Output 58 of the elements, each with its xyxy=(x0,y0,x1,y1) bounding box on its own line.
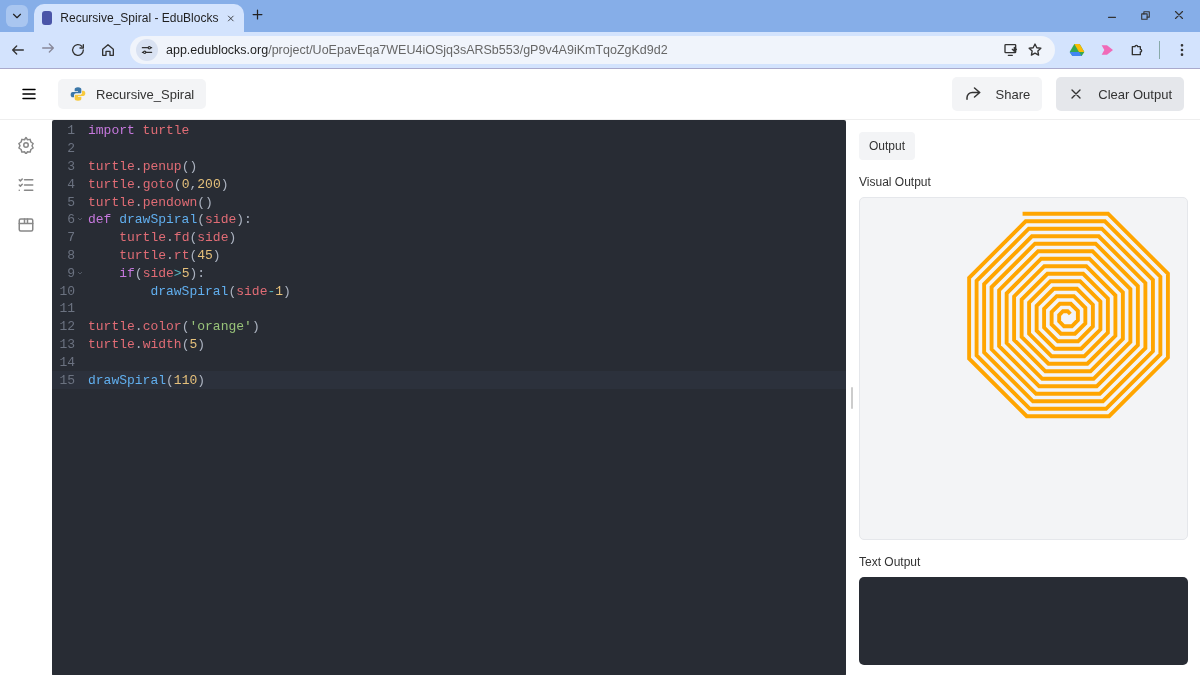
line-number: 13 xyxy=(59,336,75,352)
site-favicon-icon xyxy=(42,11,53,25)
line-number: 9 xyxy=(67,265,75,281)
resize-handle[interactable] xyxy=(851,387,853,409)
line-number: 3 xyxy=(67,159,75,174)
line-number: 4 xyxy=(67,176,75,192)
code-line: def drawSpiral(side): xyxy=(87,212,252,228)
code-line: turtle.pendown() xyxy=(87,194,213,210)
browser-tab[interactable]: Recursive_Spiral - EduBlocks xyxy=(34,4,244,32)
reload-icon[interactable] xyxy=(70,42,86,58)
code-line: import turtle xyxy=(87,123,190,139)
url-text: app.edublocks.org/project/UoEpavEqa7WEU4iOSjq3sARSb553/gP9v4A9iKmTqoZgKd9d2 xyxy=(166,43,669,57)
tab-title: Recursive_Spiral - EduBlocks xyxy=(60,11,219,25)
line-number: 15 xyxy=(59,372,75,388)
code-line: turtle.penup() xyxy=(87,159,198,174)
code-line: turtle.width(5) xyxy=(87,336,206,352)
code-line: turtle.color('orange') xyxy=(87,319,260,335)
settings-icon[interactable] xyxy=(17,136,35,154)
close-icon[interactable] xyxy=(1172,8,1186,22)
line-number: 6 xyxy=(67,212,75,228)
code-line: turtle.rt(45) xyxy=(118,247,221,263)
section-title: Visual Output xyxy=(859,175,932,189)
line-number: 5 xyxy=(67,194,75,210)
code-line: drawSpiral(110) xyxy=(87,372,206,388)
line-number: 7 xyxy=(67,230,75,246)
checklist-icon[interactable] xyxy=(17,176,35,194)
project-name: Recursive_Spiral xyxy=(96,86,195,102)
line-number: 1 xyxy=(67,123,75,139)
python-logo-icon xyxy=(70,86,86,102)
star-icon[interactable] xyxy=(1027,42,1043,58)
code-line: turtle.goto(0,200) xyxy=(87,176,229,192)
line-number: 12 xyxy=(59,319,75,335)
back-arrow-icon[interactable] xyxy=(10,42,26,58)
share-button[interactable]: Share xyxy=(951,77,1043,111)
output-tab[interactable]: Output xyxy=(859,132,916,160)
install-app-icon[interactable] xyxy=(1003,42,1019,58)
share-arrow-icon xyxy=(963,85,982,103)
triangle-extension-icon[interactable] xyxy=(1069,42,1085,58)
clear-output-button[interactable]: Clear Output xyxy=(1056,77,1184,111)
plus-icon[interactable] xyxy=(250,7,265,22)
home-icon[interactable] xyxy=(100,42,116,58)
line-number: 14 xyxy=(59,354,75,370)
restore-icon[interactable] xyxy=(1139,8,1152,22)
package-icon[interactable] xyxy=(17,216,35,234)
site-settings-icon[interactable] xyxy=(140,43,154,57)
line-number: 10 xyxy=(59,283,75,299)
section-title: Text Output xyxy=(859,555,922,569)
code-line: if(side>5): xyxy=(118,265,206,281)
line-number: 2 xyxy=(67,141,75,157)
line-number: 11 xyxy=(59,301,75,317)
forward-arrow-icon[interactable] xyxy=(40,40,56,56)
address-bar[interactable]: app.edublocks.org/project/UoEpavEqa7WEU4iOSjq3sARSb553/gP9v4A9iKmTqoZgKd9d2 xyxy=(130,36,1055,64)
code-line: turtle.fd(side) xyxy=(118,230,237,246)
line-number: 8 xyxy=(67,247,75,263)
project-name-chip[interactable]: Recursive_Spiral xyxy=(58,79,207,109)
puzzle-piece-icon[interactable] xyxy=(1129,42,1145,58)
code-line: drawSpiral(side-1) xyxy=(149,283,291,299)
tab-search-button[interactable] xyxy=(6,5,28,27)
